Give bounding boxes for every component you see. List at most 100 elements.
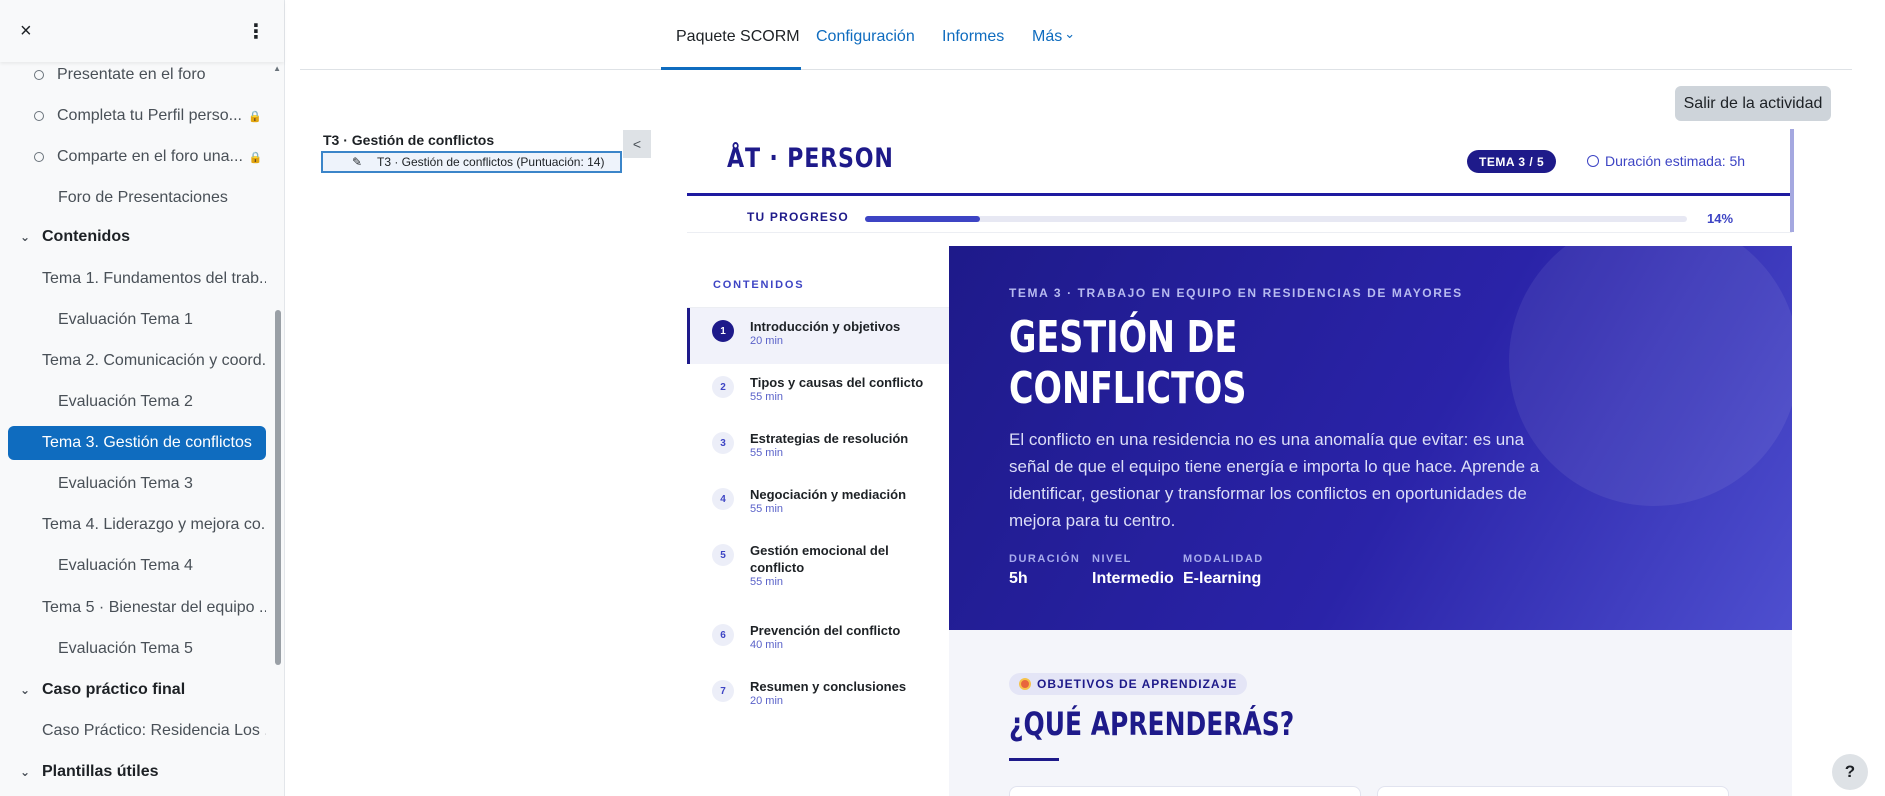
course-index-item-label: Evaluación Tema 2: [58, 393, 193, 410]
course-index-item[interactable]: Tema 4. Liderazgo y mejora co...: [8, 508, 266, 542]
chapters-heading: CONTENIDOS: [713, 279, 805, 291]
course-index-item[interactable]: Evaluación Tema 1: [8, 303, 266, 337]
hero-title-line-1: GESTIÓN DE: [1009, 312, 1238, 363]
hero-banner: TEMA 3 · TRABAJO EN EQUIPO EN RESIDENCIA…: [949, 246, 1792, 630]
hero-title-line-2: CONFLICTOS: [1009, 363, 1247, 414]
course-index-item-label: Evaluación Tema 4: [58, 557, 193, 574]
course-index-item-label: Contenidos: [42, 228, 130, 245]
meta-duration: DURACIÓN 5h: [1009, 553, 1080, 588]
drawer-scrollbar[interactable]: [275, 310, 281, 665]
chapter-title: Gestión emocional del conflicto: [750, 543, 889, 575]
course-index-item-label: Presentate en el foro: [57, 66, 206, 83]
chapter-item[interactable]: 3 Estrategias de resolución 55 min: [687, 420, 949, 476]
chapter-title: Estrategias de resolución: [750, 431, 909, 446]
course-section[interactable]: ⌄ Caso práctico final: [8, 673, 266, 707]
course-index-item[interactable]: Caso Práctico: Residencia Los ...: [8, 714, 266, 748]
tab-mas[interactable]: Más ⌄: [1032, 26, 1075, 46]
progress-label: TU PROGRESO: [747, 210, 849, 224]
progress-row: TU PROGRESO 14%: [687, 199, 1792, 233]
clock-icon: [1587, 155, 1599, 167]
course-index-item[interactable]: Presentate en el foro: [8, 62, 266, 92]
objectives-title: ¿QUÉ APRENDERÁS?: [1009, 705, 1295, 743]
drawer-header: × ⋮: [0, 0, 284, 62]
course-index-item-label: Comparte en el foro una...: [57, 148, 243, 165]
chapter-title: Prevención del conflicto: [750, 623, 901, 638]
chapter-item[interactable]: 1 Introducción y objetivos 20 min: [687, 308, 949, 364]
tab-paquete-scorm[interactable]: Paquete SCORM: [676, 28, 800, 46]
secondary-navigation: Paquete SCORM Configuración Informes Más…: [300, 0, 1852, 70]
course-index-item-label: Caso Práctico: Residencia Los ...: [42, 722, 266, 739]
course-section[interactable]: ⌄ Plantillas útiles: [8, 755, 266, 789]
course-index-item-label: Caso práctico final: [42, 681, 186, 698]
completion-circle-icon: [34, 70, 44, 80]
estimated-duration: Duración estimada: 5h: [1587, 153, 1745, 169]
chapters-sidebar: CONTENIDOS 1 Introducción y objetivos 20 m…: [687, 246, 949, 796]
chapter-duration: 40 min: [750, 639, 784, 651]
chapter-title: Negociación y mediación: [750, 487, 907, 502]
course-index-item[interactable]: Completa tu Perfil perso... 🔒: [8, 99, 266, 133]
course-section[interactable]: ⌄ Contenidos: [8, 220, 266, 254]
scorm-content-frame: ÅT · PERSON TEMA 3 / 5 Duración estimada…: [687, 129, 1792, 796]
chapter-item[interactable]: 7 Resumen y conclusiones 20 min: [687, 668, 949, 724]
chapter-item[interactable]: 2 Tipos y causas del conflicto 55 min: [687, 364, 949, 420]
chapter-number-badge: 1: [712, 320, 734, 342]
tab-configuracion[interactable]: Configuración: [816, 28, 915, 46]
course-index-drawer: × ⋮ Presentate en el foro Completa tu Per…: [0, 0, 285, 796]
chapter-item[interactable]: 6 Prevención del conflicto 40 min: [687, 612, 949, 668]
chapter-number-badge: 6: [712, 624, 734, 646]
tab-mas-label: Más: [1032, 28, 1063, 45]
course-index-item[interactable]: Tema 1. Fundamentos del trab...: [8, 262, 266, 296]
course-index-item-label: Tema 5 · Bienestar del equipo ...: [42, 599, 266, 616]
course-index-item-label: Tema 4. Liderazgo y mejora co...: [42, 516, 266, 533]
course-index-item[interactable]: Evaluación Tema 2: [8, 385, 266, 419]
completion-circle-icon: [34, 152, 44, 162]
meta-modality: MODALIDAD E-learning: [1183, 553, 1264, 588]
chapter-title: Resumen y conclusiones: [750, 679, 907, 694]
course-index-item-label: Evaluación Tema 5: [58, 640, 193, 657]
meta-modality-value: E-learning: [1183, 570, 1262, 587]
course-index-item[interactable]: Evaluación Tema 5: [8, 632, 266, 666]
hero-kicker: TEMA 3 · TRABAJO EN EQUIPO EN RESIDENCIA…: [1009, 286, 1463, 300]
chapter-duration: 55 min: [750, 503, 784, 515]
course-index-item[interactable]: Comparte en el foro una... 🔒: [8, 140, 266, 174]
chapter-item[interactable]: 5 Gestión emocional del conflicto 55 min: [687, 532, 949, 612]
course-index-item-label: Evaluación Tema 1: [58, 311, 193, 328]
chevron-down-icon[interactable]: ⌄: [20, 765, 30, 779]
toc-collapse-button[interactable]: <: [623, 130, 651, 158]
chapter-duration: 20 min: [750, 695, 784, 707]
progress-percent: 14%: [1707, 211, 1734, 226]
scorm-toc-item-label: T3 · Gestión de conflictos (Puntuación: …: [377, 155, 605, 169]
help-button[interactable]: ?: [1832, 754, 1868, 790]
chapter-duration: 20 min: [750, 335, 784, 347]
course-index-item[interactable]: Evaluación Tema 3: [8, 467, 266, 501]
scroll-up-arrow-icon[interactable]: ▲: [273, 64, 281, 73]
course-index-item[interactable]: Tema 5 · Bienestar del equipo ...: [8, 591, 266, 625]
course-index-item[interactable]: Tema 2. Comunicación y coord...: [8, 344, 266, 378]
course-index-item[interactable]: Tema 3. Gestión de conflictos: [8, 426, 266, 460]
tab-informes[interactable]: Informes: [942, 28, 1004, 46]
course-index-item[interactable]: Evaluación Tema 4: [8, 549, 266, 583]
chapter-number-badge: 5: [712, 544, 734, 566]
objective-card: [1377, 786, 1729, 796]
meta-duration-key: DURACIÓN: [1009, 553, 1081, 565]
course-index-item-label: Tema 2. Comunicación y coord...: [42, 352, 266, 369]
course-index-item-label: Plantillas útiles: [42, 763, 159, 780]
drawer-menu-icon[interactable]: ⋮: [246, 19, 266, 44]
meta-level-key: NIVEL: [1092, 553, 1132, 565]
exit-activity-button[interactable]: Salir de la actividad: [1675, 86, 1831, 121]
objectives-pill: OBJETIVOS DE APRENDIZAJE: [1009, 673, 1248, 695]
lock-icon: 🔒: [248, 151, 263, 164]
course-index-item[interactable]: Foro de Presentaciones: [8, 181, 266, 215]
progress-bar-fill: [865, 216, 981, 222]
chapter-title: Tipos y causas del conflicto: [750, 375, 924, 390]
close-drawer-icon[interactable]: ×: [20, 20, 32, 43]
frame-scrollbar[interactable]: [1790, 129, 1794, 232]
chevron-down-icon[interactable]: ⌄: [20, 230, 30, 244]
meta-level: NIVEL Intermedio: [1092, 553, 1174, 588]
completion-circle-icon: [34, 111, 44, 121]
meta-duration-value: 5h: [1009, 570, 1028, 587]
chapter-item[interactable]: 4 Negociación y mediación 55 min: [687, 476, 949, 532]
scorm-toc-item[interactable]: ✎ T3 · Gestión de conflictos (Puntuación…: [321, 151, 622, 173]
chevron-down-icon[interactable]: ⌄: [20, 683, 30, 697]
course-index-item-label: Evaluación Tema 3: [58, 475, 193, 492]
